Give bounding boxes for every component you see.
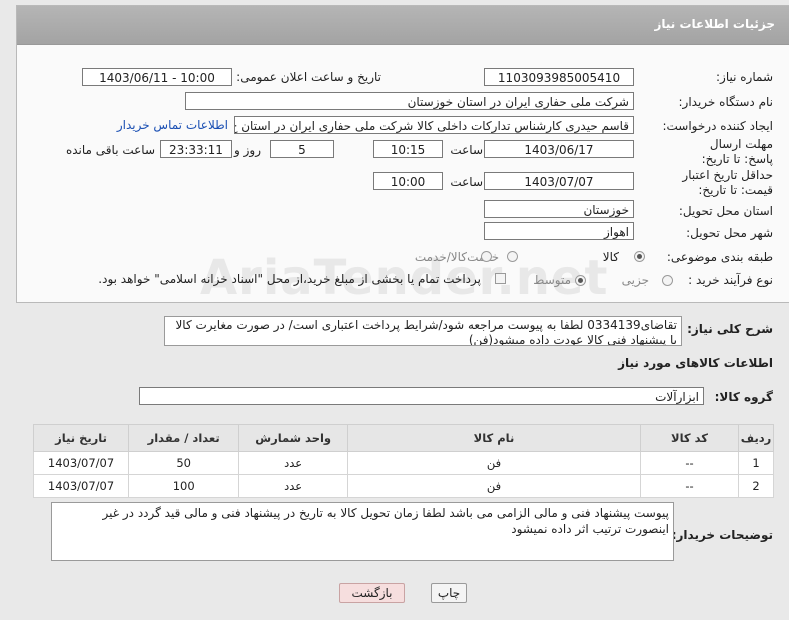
category-radio-service[interactable]	[507, 251, 518, 262]
need-number-field[interactable]: 1103093985005410	[484, 68, 634, 86]
province-label: استان محل تحویل:	[678, 204, 773, 218]
process-label: نوع فرآیند خرید :	[688, 273, 773, 287]
print-button[interactable]: چاپ	[431, 583, 467, 603]
goods-group-label: گروه کالا:	[714, 390, 773, 404]
table-row[interactable]: 2 -- فن عدد 100 1403/07/07	[32, 474, 774, 498]
table-header-row: ردیف کد کالا نام کالا واحد شمارش تعداد /…	[32, 424, 774, 452]
price-validity-label: حداقل تاریخ اعتبار قیمت: تا تاریخ:	[682, 168, 773, 197]
cell-code: --	[639, 451, 740, 475]
col-date: تاریخ نیاز	[32, 424, 130, 452]
process-option-medium: متوسط	[533, 273, 571, 287]
process-radio-minor[interactable]	[662, 275, 673, 286]
process-option-minor: جزیی	[621, 273, 649, 287]
category-option-goods: کالا	[602, 250, 619, 264]
cell-qty: 100	[128, 474, 240, 498]
price-validity-time-field[interactable]: 10:00	[373, 172, 443, 190]
price-validity-time-label: ساعت	[450, 175, 483, 189]
cell-row: 2	[738, 474, 774, 498]
category-radio-goods[interactable]	[634, 251, 645, 262]
remaining-label: ساعت باقی مانده	[65, 143, 155, 157]
city-field[interactable]: اهواز	[484, 222, 634, 240]
cell-unit: عدد	[238, 474, 349, 498]
deadline-date-field[interactable]: 1403/06/17	[484, 140, 634, 158]
deadline-label: مهلت ارسال پاسخ: تا تاریخ:	[701, 137, 773, 166]
announce-field[interactable]: 1403/06/11 - 10:00	[82, 68, 232, 86]
col-row: ردیف	[738, 424, 774, 452]
cell-row: 1	[738, 451, 774, 475]
days-field[interactable]: 5	[270, 140, 334, 158]
back-button[interactable]: بازگشت	[339, 583, 405, 603]
buyer-contact-link[interactable]: اطلاعات تماس خریدار	[117, 118, 228, 132]
buyer-notes-text[interactable]: پیوست پیشنهاد فنی و مالی الزامی می باشد …	[51, 502, 674, 561]
creator-label: ایجاد کننده درخواست:	[662, 119, 773, 133]
goods-group-field[interactable]: ابزارآلات	[139, 387, 704, 405]
category-label: طبقه بندی موضوعی:	[666, 250, 773, 264]
buyer-notes-label: توضیحات خریدار:	[671, 528, 773, 542]
description-label: شرح کلی نیاز:	[687, 322, 773, 336]
remaining-time-field[interactable]: 23:33:11	[160, 140, 232, 158]
cell-name: فن	[347, 474, 641, 498]
col-name: نام کالا	[347, 424, 641, 452]
table-row[interactable]: 1 -- فن عدد 50 1403/07/07	[32, 451, 774, 475]
col-code: کد کالا	[639, 424, 740, 452]
cell-qty: 50	[128, 451, 240, 475]
buyer-field[interactable]: شرکت ملی حفاری ایران در استان خوزستان	[185, 92, 634, 110]
province-field[interactable]: خوزستان	[484, 200, 634, 218]
process-radio-medium[interactable]	[575, 275, 586, 286]
deadline-time-field[interactable]: 10:15	[373, 140, 443, 158]
category-radio-goods-service[interactable]	[481, 251, 492, 262]
announce-label: تاریخ و ساعت اعلان عمومی:	[236, 70, 381, 84]
goods-section-title: اطلاعات کالاهای مورد نیاز	[618, 356, 773, 370]
panel-header: جزئیات اطلاعات نیاز	[17, 6, 789, 45]
price-validity-date-field[interactable]: 1403/07/07	[484, 172, 634, 190]
days-label: روز و	[234, 143, 261, 157]
col-qty: تعداد / مقدار	[128, 424, 240, 452]
buyer-label: نام دستگاه خریدار:	[678, 95, 774, 109]
category-option-goods-service: کالا/خدمت	[414, 250, 467, 264]
description-text[interactable]: تقاضای0334139 لطفا به پیوست مراجعه شود/ش…	[164, 316, 682, 346]
items-table: ردیف کد کالا نام کالا واحد شمارش تعداد /…	[32, 424, 774, 498]
deadline-time-label: ساعت	[450, 143, 483, 157]
creator-field[interactable]: قاسم حیدری کارشناس تدارکات داخلی کالا شر…	[234, 116, 634, 134]
payment-note: پرداخت تمام یا بخشی از مبلغ خرید،از محل …	[98, 272, 481, 286]
city-label: شهر محل تحویل:	[686, 226, 773, 240]
cell-date: 1403/07/07	[32, 474, 130, 498]
need-number-label: شماره نیاز:	[716, 70, 773, 84]
cell-name: فن	[347, 451, 641, 475]
cell-code: --	[639, 474, 740, 498]
treasury-checkbox[interactable]	[495, 273, 506, 284]
col-unit: واحد شمارش	[238, 424, 349, 452]
cell-unit: عدد	[238, 451, 349, 475]
cell-date: 1403/07/07	[32, 451, 130, 475]
panel-title: جزئیات اطلاعات نیاز	[654, 17, 775, 31]
